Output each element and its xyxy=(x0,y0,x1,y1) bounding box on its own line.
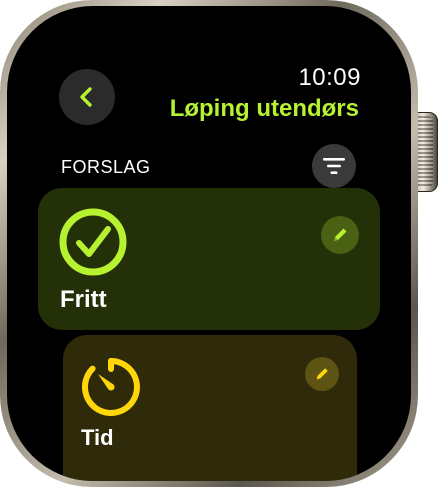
card-label: Tid xyxy=(81,425,114,450)
back-button[interactable] xyxy=(59,69,115,125)
edit-button[interactable] xyxy=(321,216,359,254)
timer-icon xyxy=(81,358,140,416)
workout-card-time[interactable]: Tid xyxy=(63,335,357,481)
filter-button[interactable] xyxy=(312,144,356,188)
watch-screen: 10:09 Løping utendørs FORSLAG Fritt Tid xyxy=(7,6,411,481)
page-title: Løping utendørs xyxy=(169,95,359,122)
chevron-left-icon xyxy=(80,87,92,107)
watch-stage: 10:09 Løping utendørs FORSLAG Fritt Tid xyxy=(0,0,439,487)
watch-bezel: 10:09 Løping utendørs FORSLAG Fritt Tid xyxy=(7,6,411,481)
edit-button[interactable] xyxy=(305,357,339,391)
pencil-icon xyxy=(334,228,347,241)
workout-card-open[interactable]: Fritt xyxy=(38,188,380,330)
checkmark-ring-icon xyxy=(59,208,127,276)
section-label: FORSLAG xyxy=(61,157,151,177)
pencil-icon xyxy=(316,368,328,380)
card-label: Fritt xyxy=(60,286,107,313)
filter-icon xyxy=(323,158,345,174)
status-time: 10:09 xyxy=(298,64,361,91)
